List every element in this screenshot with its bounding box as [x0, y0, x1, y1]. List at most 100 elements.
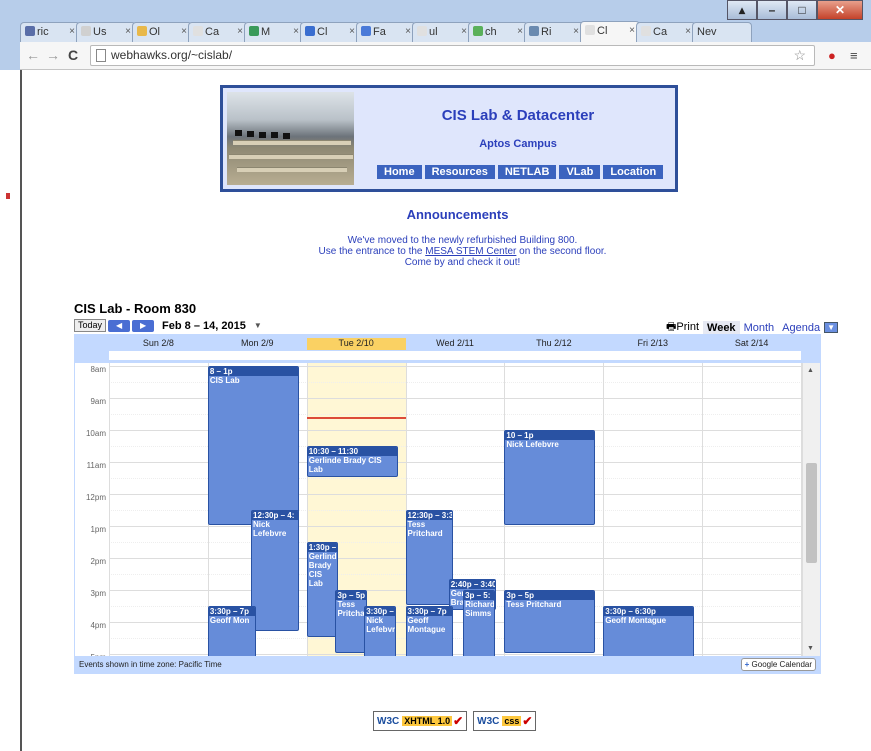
calendar-event[interactable]: 1:30p – 4:30pGerlinde Brady CIS Lab	[306, 542, 339, 637]
badge-label: W3C	[477, 715, 500, 727]
all-day-row[interactable]	[109, 351, 801, 361]
browser-tab[interactable]: Cl ×	[580, 21, 640, 43]
bookmark-star-icon[interactable]: ☆	[793, 47, 806, 64]
half-hour-line	[109, 574, 802, 575]
scroll-thumb[interactable]	[806, 463, 817, 563]
tab-favicon-icon	[417, 26, 427, 36]
calendar-event[interactable]: 3p – 5: Richard Simms	[463, 590, 495, 656]
close-window-button[interactable]: ✕	[817, 0, 863, 20]
calendar-event[interactable]: 12:30p – 3:30 Tess Pritchard	[405, 510, 454, 605]
calendar-event[interactable]: 8 – 1p CIS Lab	[207, 366, 299, 525]
calendar-widget: Sun 2/8 Mon 2/9 Tue 2/10 Wed 2/11 Thu 2/12 Fr…	[74, 334, 821, 674]
google-calendar-label: Google Calendar	[751, 660, 812, 669]
browser-tab[interactable]: Ca ×	[636, 22, 696, 42]
calendar-event[interactable]: 3p – 5pTess Pritchard	[335, 590, 368, 653]
tab-close-icon[interactable]: ×	[461, 26, 467, 37]
address-bar[interactable]: webhawks.org/~cislab/ ☆	[90, 45, 815, 66]
tab-favicon-icon	[81, 26, 91, 36]
view-week[interactable]: Week	[703, 320, 740, 335]
browser-tab[interactable]: Ri ×	[524, 22, 584, 42]
menu-vlab[interactable]: VLab	[559, 165, 601, 179]
tab-close-icon[interactable]: ×	[405, 26, 411, 37]
printer-icon: 🖶	[666, 321, 677, 333]
announcement-text: Use the entrance to the	[318, 246, 426, 257]
date-range-dropdown-icon[interactable]: ▼	[254, 321, 262, 330]
browser-tab[interactable]: Fa ×	[356, 22, 416, 42]
announcement-line: Use the entrance to the MESA STEM Center…	[22, 246, 871, 257]
next-week-button[interactable]: ▶	[132, 319, 155, 332]
view-month[interactable]: Month	[740, 321, 779, 335]
day-header: Sun 2/8 Mon 2/9 Tue 2/10 Wed 2/11 Thu 2/12 Fr…	[109, 338, 801, 350]
browser-tab[interactable]: Nev	[692, 22, 752, 42]
calendar-event[interactable]: 3:30p – 6:30p Geoff Montague	[603, 606, 695, 656]
plus-icon: +	[744, 660, 750, 669]
menu-netlab[interactable]: NETLAB	[497, 165, 557, 179]
view-agenda[interactable]: Agenda	[778, 321, 824, 335]
tab-favicon-icon	[473, 26, 483, 36]
browser-tab[interactable]: Us ×	[76, 22, 136, 42]
menu-resources[interactable]: Resources	[424, 165, 495, 179]
tab-label: ul	[429, 26, 438, 38]
tab-strip: ric × Us × Ol × Ca × M × Cl × Fa × ul × ch × Ri × Cl × Ca × Nev	[20, 20, 760, 43]
day-column-header: Mon 2/9	[241, 338, 274, 348]
menu-icon[interactable]: ≡	[850, 48, 858, 63]
browser-tab[interactable]: Ca ×	[188, 22, 248, 42]
w3c-xhtml-badge[interactable]: W3C XHTML 1.0 ✔	[373, 711, 468, 731]
browser-tab[interactable]: ul ×	[412, 22, 472, 42]
hour-label: 9am	[90, 397, 106, 406]
tab-close-icon[interactable]: ×	[517, 26, 523, 37]
tab-close-icon[interactable]: ×	[573, 26, 579, 37]
mesa-stem-link[interactable]: MESA STEM Center	[425, 246, 516, 257]
back-icon[interactable]: ←	[26, 47, 40, 63]
forward-icon[interactable]: →	[46, 47, 60, 63]
browser-tab[interactable]: Cl ×	[300, 22, 360, 42]
w3c-css-badge[interactable]: W3C css ✔	[473, 711, 537, 731]
tab-close-icon[interactable]: ×	[181, 26, 187, 37]
tab-close-icon[interactable]: ×	[629, 25, 635, 36]
reload-icon[interactable]: C	[68, 47, 78, 63]
scroll-down-icon[interactable]: ▼	[807, 645, 814, 652]
today-button[interactable]: Today	[74, 319, 107, 332]
calendar-event[interactable]: 10:30 – 11:30 Gerlinde Brady CIS Lab	[306, 446, 398, 477]
day-column-header: Thu 2/12	[536, 338, 572, 348]
prev-week-button[interactable]: ◀	[108, 319, 131, 332]
google-calendar-button[interactable]: + Google Calendar	[740, 658, 816, 671]
tab-close-icon[interactable]: ×	[685, 26, 691, 37]
calendar-event[interactable]: 3:30p – 7p Geoff Montague	[405, 606, 454, 656]
event-time: 3p – 5:	[464, 591, 494, 600]
calendar-event[interactable]: 3:30p – 7p Geoff Mon	[207, 606, 256, 656]
hour-label: 3pm	[90, 589, 106, 598]
w3c-badges: W3C XHTML 1.0 ✔ W3C css ✔	[373, 711, 537, 731]
minimize-button[interactable]: –	[757, 0, 787, 20]
tab-close-icon[interactable]: ×	[349, 26, 355, 37]
scroll-up-icon[interactable]: ▲	[807, 367, 814, 374]
browser-tab[interactable]: Ol ×	[132, 22, 192, 42]
calendar-event[interactable]: 3:30p –Nick Lefebvre	[364, 606, 397, 656]
check-icon: ✔	[453, 714, 464, 728]
tab-close-icon[interactable]: ×	[293, 26, 299, 37]
calendar-event[interactable]: 12:30p – 4: Nick Lefebvre	[251, 510, 299, 631]
event-time: 12:30p – 3:30	[406, 511, 454, 520]
tab-favicon-icon	[137, 26, 147, 36]
browser-tab[interactable]: M ×	[244, 22, 304, 42]
agenda-dropdown-icon[interactable]: ▼	[824, 322, 838, 333]
calendar-event[interactable]: 10 – 1p Nick Lefebvre	[504, 430, 596, 525]
tab-label: Fa	[373, 26, 386, 38]
menu-home[interactable]: Home	[377, 165, 422, 179]
maximize-button[interactable]: □	[787, 0, 817, 20]
day-divider	[702, 363, 704, 656]
calendar-grid[interactable]: 8am 9am 10am 11am 12pm 1pm 2pm 3pm 4pm 5pm 8 – 1p…	[75, 363, 802, 656]
calendar-scrollbar[interactable]: ▲ ▼	[802, 363, 820, 656]
browser-tab[interactable]: ch ×	[468, 22, 528, 42]
event-time: 3:30p –	[365, 607, 396, 616]
tab-close-icon[interactable]: ×	[237, 26, 243, 37]
tab-close-icon[interactable]: ×	[125, 26, 131, 37]
menu-location[interactable]: Location	[603, 165, 664, 179]
browser-tab[interactable]: ric ×	[20, 22, 80, 42]
user-icon[interactable]: ▴	[727, 0, 757, 20]
tab-close-icon[interactable]: ×	[69, 26, 75, 37]
calendar-event[interactable]: 3p – 5pTess Pritchard	[504, 590, 596, 653]
event-time: 10 – 1p	[505, 431, 595, 440]
timezone-note: Events shown in time zone: Pacific Time	[79, 660, 222, 669]
adblock-icon[interactable]: ●	[828, 48, 836, 63]
